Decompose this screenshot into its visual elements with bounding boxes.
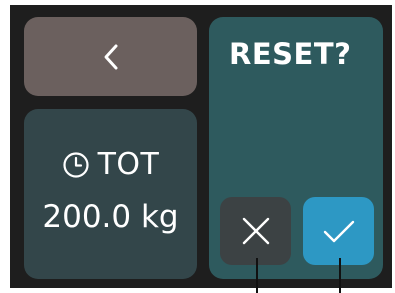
clock-icon (62, 151, 90, 179)
total-weight-value: 200.0 kg (42, 199, 179, 235)
total-header: TOT (24, 147, 197, 182)
reset-dialog: RESET? (209, 17, 383, 279)
back-button[interactable] (24, 17, 197, 96)
confirm-button[interactable] (303, 197, 374, 265)
device-screen: TOT 200.0 kg RESET? (0, 0, 395, 293)
close-icon (242, 217, 269, 245)
cancel-button[interactable] (220, 197, 291, 265)
check-icon (323, 220, 354, 243)
total-panel: TOT 200.0 kg (24, 109, 197, 279)
reset-title: RESET? (229, 37, 352, 71)
total-label: TOT (97, 147, 160, 182)
chevron-left-icon (104, 44, 117, 69)
cancel-pointer-line (256, 258, 258, 293)
confirm-pointer-line (339, 258, 341, 293)
